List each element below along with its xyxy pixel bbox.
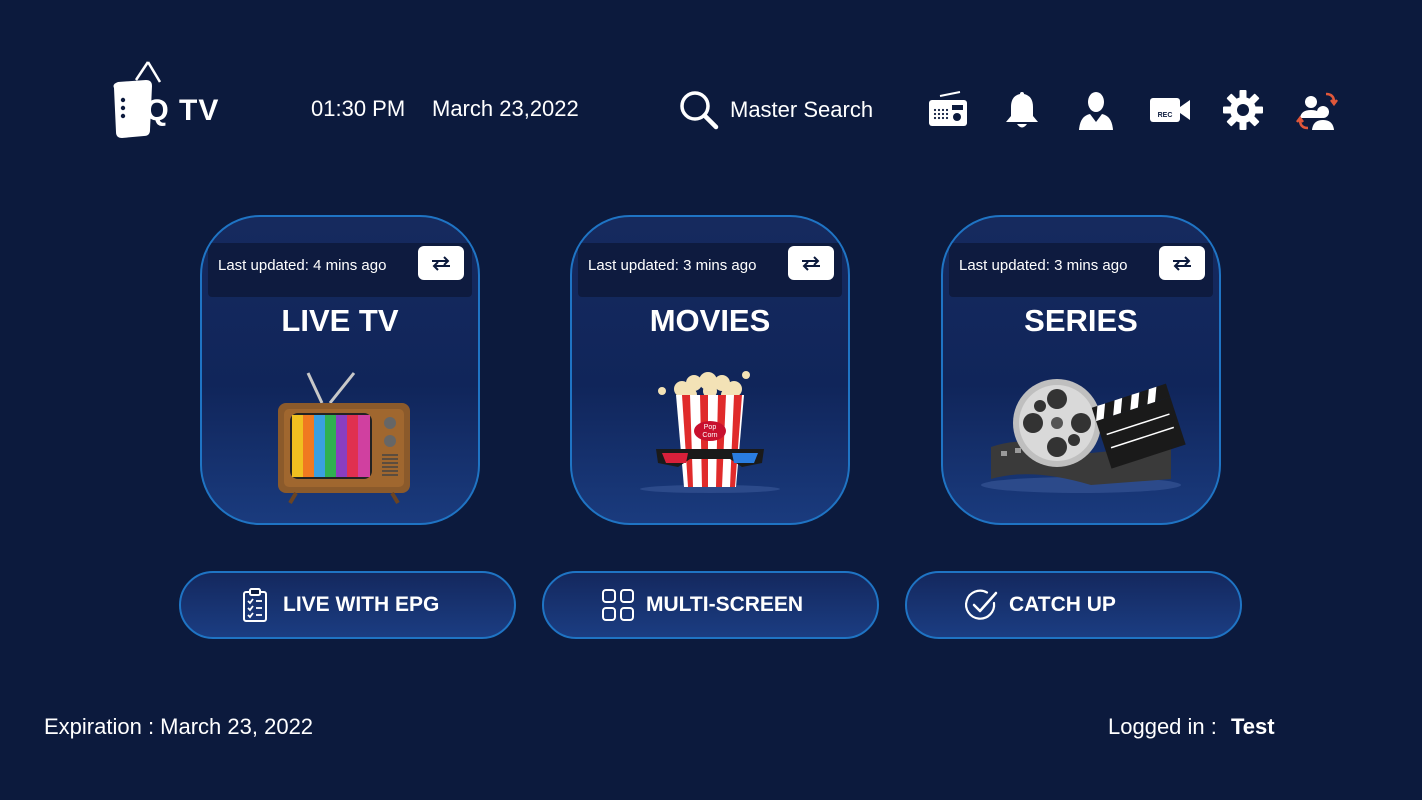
movies-last-updated: Last updated: 3 mins ago bbox=[588, 257, 757, 274]
gear-icon bbox=[1223, 90, 1263, 130]
popcorn-illustration: Pop Corn bbox=[572, 367, 848, 507]
series-card[interactable]: Last updated: 3 mins ago SERIES bbox=[941, 215, 1221, 525]
recordings-button[interactable]: REC bbox=[1146, 86, 1194, 134]
live-tv-card[interactable]: Last updated: 4 mins ago LIVE TV bbox=[200, 215, 480, 525]
search-label: Master Search bbox=[730, 97, 874, 122]
user-icon bbox=[1079, 92, 1113, 130]
notifications-button[interactable] bbox=[998, 86, 1046, 134]
live-tv-last-updated: Last updated: 4 mins ago bbox=[218, 257, 387, 274]
multi-screen-button[interactable]: MULTI-SCREEN bbox=[542, 571, 879, 639]
search-icon bbox=[680, 91, 719, 130]
movies-title: MOVIES bbox=[649, 303, 771, 338]
grid-icon bbox=[602, 589, 634, 621]
switch-user-button[interactable] bbox=[1294, 86, 1342, 134]
live-with-epg-button[interactable]: LIVE WITH EPG bbox=[179, 571, 516, 639]
live-with-epg-label: LIVE WITH EPG bbox=[283, 593, 440, 616]
home-screen: IQ TV 01:30 PM March 23,2022 Master Sear… bbox=[0, 0, 1422, 800]
refresh-icon bbox=[432, 256, 450, 271]
check-circle-icon bbox=[965, 589, 998, 620]
profile-button[interactable] bbox=[1072, 86, 1120, 134]
clipboard-check-icon bbox=[243, 588, 267, 622]
settings-button[interactable] bbox=[1219, 86, 1267, 134]
movies-card[interactable]: Last updated: 3 mins ago MOVIES Pop Corn bbox=[570, 215, 850, 525]
rec-camera-icon: REC bbox=[1150, 98, 1190, 122]
series-title: SERIES bbox=[1024, 303, 1138, 338]
television-illustration bbox=[202, 367, 478, 507]
movies-refresh-button[interactable] bbox=[788, 246, 834, 280]
radio-icon bbox=[929, 91, 967, 126]
logged-in-label: Logged in : bbox=[1108, 714, 1217, 739]
current-time: 01:30 PM bbox=[311, 96, 406, 121]
live-tv-refresh-button[interactable] bbox=[418, 246, 464, 280]
switch-user-icon bbox=[1296, 92, 1338, 130]
series-last-updated: Last updated: 3 mins ago bbox=[959, 257, 1128, 274]
live-tv-title: LIVE TV bbox=[281, 303, 399, 338]
logged-in-status: Logged in : Test bbox=[1108, 714, 1275, 740]
svg-text:Pop: Pop bbox=[704, 424, 717, 431]
current-date: March 23,2022 bbox=[432, 96, 579, 121]
master-search-button[interactable]: Master Search bbox=[678, 88, 873, 132]
refresh-icon bbox=[1173, 256, 1191, 271]
svg-text:REC: REC bbox=[1158, 112, 1173, 119]
svg-text:Corn: Corn bbox=[702, 432, 717, 439]
film-reel-illustration bbox=[943, 367, 1219, 507]
catch-up-label: CATCH UP bbox=[1009, 593, 1116, 616]
expiration-text: Expiration : March 23, 2022 bbox=[44, 714, 314, 739]
radio-button[interactable] bbox=[924, 86, 972, 134]
refresh-icon bbox=[802, 256, 820, 271]
multi-screen-label: MULTI-SCREEN bbox=[646, 593, 804, 616]
logo-text: IQ TV bbox=[136, 94, 220, 127]
bell-icon bbox=[1006, 92, 1038, 128]
series-refresh-button[interactable] bbox=[1159, 246, 1205, 280]
catch-up-button[interactable]: CATCH UP bbox=[905, 571, 1242, 639]
logged-in-username: Test bbox=[1231, 714, 1275, 739]
app-logo: IQ TV bbox=[108, 60, 238, 144]
